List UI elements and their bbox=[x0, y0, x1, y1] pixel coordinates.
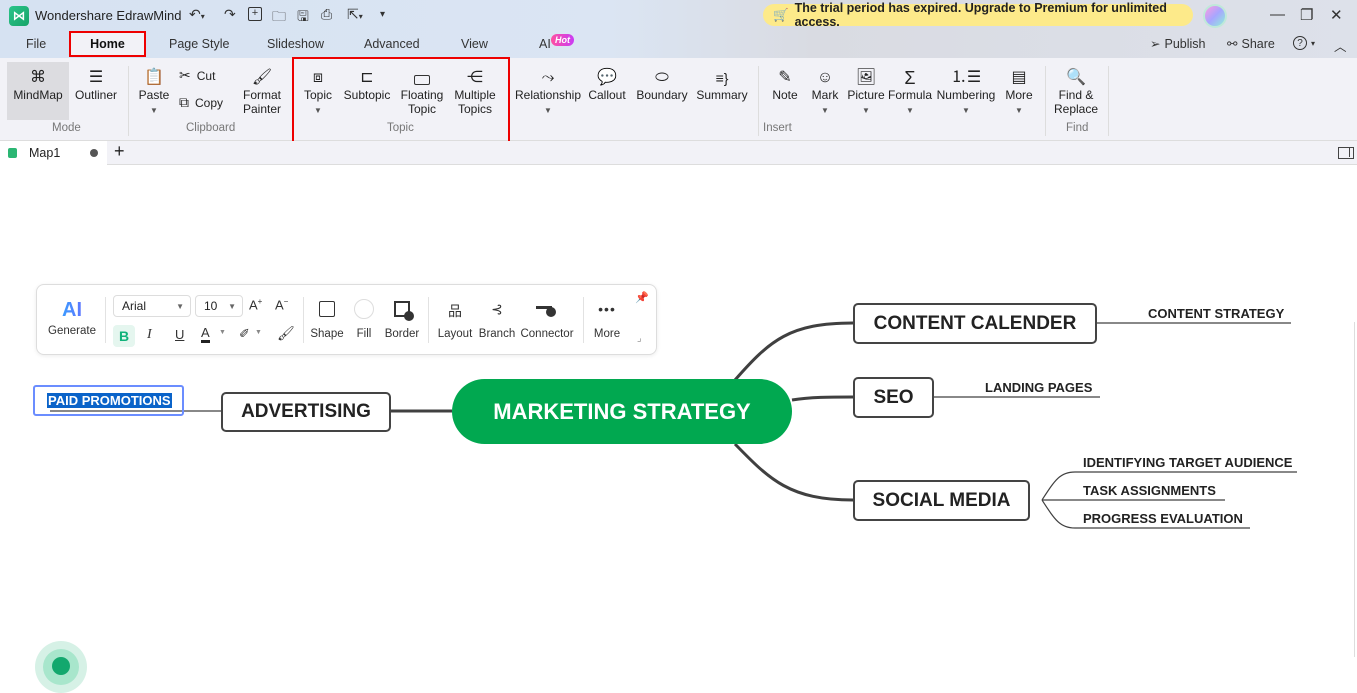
floating-format-toolbar: AI Generate Arial ▼ 10 ▼ A+ A− B I U A ▼ ✐… bbox=[36, 284, 657, 355]
subtopic-paid-promotions-text[interactable]: PAID PROMOTIONS bbox=[47, 393, 172, 408]
more-label: More bbox=[593, 328, 621, 340]
connector-label: Connector bbox=[520, 328, 574, 340]
layout-tree-icon: 品 bbox=[448, 303, 462, 319]
font-size-value: 10 bbox=[204, 299, 218, 313]
font-color-button[interactable]: A bbox=[201, 325, 210, 343]
highlight-pen-icon[interactable]: ✐ bbox=[239, 326, 250, 342]
layout-label: Layout bbox=[437, 328, 473, 340]
chevron-down-icon: ▼ bbox=[228, 301, 236, 311]
main-topic-seo[interactable]: SEO bbox=[853, 377, 934, 418]
branch-button[interactable]: ⊰ Branch bbox=[477, 301, 517, 340]
decrease-font-icon[interactable]: A− bbox=[275, 297, 288, 312]
chevron-down-icon[interactable]: ▼ bbox=[219, 329, 226, 336]
connector-icon bbox=[536, 301, 558, 317]
chevron-down-icon: ▼ bbox=[176, 301, 184, 311]
underline-button[interactable]: U bbox=[175, 327, 184, 342]
square-shape-icon bbox=[319, 301, 335, 317]
more-button[interactable]: ••• More bbox=[589, 301, 625, 340]
generate-label: Generate bbox=[48, 325, 96, 337]
bold-button[interactable]: B bbox=[113, 325, 135, 347]
font-size-select[interactable]: 10 ▼ bbox=[195, 295, 243, 317]
connector-content-calender bbox=[733, 321, 854, 381]
divider bbox=[583, 297, 584, 343]
pin-icon[interactable]: 📌 bbox=[635, 291, 649, 304]
main-topic-social-media[interactable]: SOCIAL MEDIA bbox=[853, 480, 1030, 521]
subtopic-paid-promotions[interactable]: PAID PROMOTIONS bbox=[33, 385, 184, 416]
border-button[interactable]: Border bbox=[383, 301, 421, 340]
layout-button[interactable]: 品 Layout bbox=[435, 301, 475, 340]
main-topic-advertising[interactable]: ADVERTISING bbox=[221, 392, 391, 432]
shape-button[interactable]: Shape bbox=[309, 301, 345, 340]
fill-label: Fill bbox=[356, 328, 372, 340]
increase-font-icon[interactable]: A+ bbox=[249, 297, 262, 312]
divider bbox=[105, 297, 106, 343]
ai-assistant-inner-ring bbox=[43, 649, 79, 685]
ai-icon: AI bbox=[47, 299, 97, 322]
main-topic-content-calender[interactable]: CONTENT CALENDER bbox=[853, 303, 1097, 344]
connector-button[interactable]: Connector bbox=[519, 301, 575, 340]
connector-social-media bbox=[733, 442, 854, 502]
fill-circle-icon bbox=[354, 299, 374, 319]
border-icon bbox=[394, 301, 414, 321]
subtopic-landing-pages[interactable]: LANDING PAGES bbox=[985, 380, 1092, 395]
divider bbox=[303, 297, 304, 343]
connector-seo bbox=[791, 395, 854, 402]
divider bbox=[428, 297, 429, 343]
subtopic-content-strategy[interactable]: CONTENT STRATEGY bbox=[1148, 306, 1284, 321]
ai-assistant-bubble[interactable] bbox=[35, 641, 87, 693]
border-label: Border bbox=[384, 328, 420, 340]
subtopic-progress-evaluation[interactable]: PROGRESS EVALUATION bbox=[1083, 511, 1243, 526]
fill-button[interactable]: Fill bbox=[351, 299, 377, 340]
branch-label: Branch bbox=[478, 328, 516, 340]
ai-generate-button[interactable]: AI Generate bbox=[47, 299, 97, 337]
italic-button[interactable]: I bbox=[147, 327, 152, 343]
chevron-down-icon[interactable]: ▼ bbox=[255, 329, 262, 336]
format-painter-icon[interactable]: 🖌 bbox=[277, 325, 295, 342]
shape-label: Shape bbox=[310, 328, 344, 340]
ai-assistant-icon bbox=[52, 657, 70, 675]
font-family-value: Arial bbox=[122, 299, 147, 313]
central-topic[interactable]: MARKETING STRATEGY bbox=[452, 379, 792, 444]
more-dots-icon: ••• bbox=[598, 301, 616, 317]
subtopic-identifying-target-audience[interactable]: IDENTIFYING TARGET AUDIENCE bbox=[1083, 455, 1292, 470]
font-family-select[interactable]: Arial ▼ bbox=[113, 295, 191, 317]
subtopic-task-assignments[interactable]: TASK ASSIGNMENTS bbox=[1083, 483, 1216, 498]
branch-icon: ⊰ bbox=[491, 301, 503, 317]
resize-corner-icon[interactable]: ⌟ bbox=[637, 333, 642, 344]
